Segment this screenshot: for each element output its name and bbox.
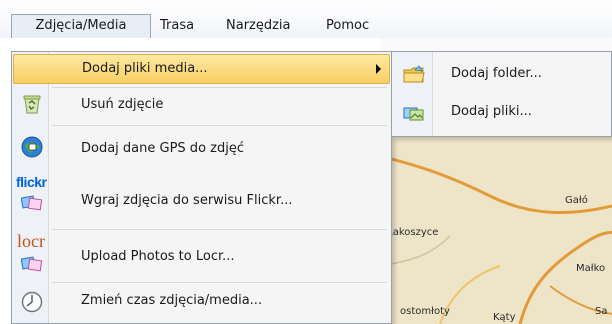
- menu-item-label: Upload Photos to Locr...: [81, 249, 235, 264]
- submenu-item-label: Dodaj pliki...: [451, 104, 532, 119]
- flickr-icon: flickr: [16, 174, 47, 190]
- submenu-arrow-icon: [376, 64, 381, 74]
- map-label: ostomłoty: [400, 306, 450, 317]
- menu-item-add-media-files[interactable]: Dodaj pliki media...: [13, 54, 390, 84]
- locr-icon: locr: [17, 231, 45, 251]
- menu-separator: [52, 229, 387, 230]
- gps-globe-icon: [21, 136, 43, 158]
- menu-separator: [52, 87, 387, 88]
- files-icon: [403, 107, 424, 121]
- map-label: Rakoszyce: [386, 227, 439, 238]
- clock-icon: [21, 291, 43, 313]
- menu-item-label: Dodaj pliki media...: [82, 61, 208, 76]
- map-view[interactable]: Gałó Rakoszyce Małko ostomłoty Kąty Sa: [380, 136, 612, 324]
- photos-icon: [21, 195, 43, 211]
- menu-item-upload-flickr[interactable]: flickr Wgraj zdjęcia do serwisu Flickr..…: [13, 174, 390, 226]
- menu-narzedzia[interactable]: Narzędzia: [220, 14, 297, 38]
- map-label: Gałó: [565, 195, 588, 206]
- menu-item-label: Usuń zdjęcie: [81, 97, 164, 112]
- menu-item-label: Zmień czas zdjęcia/media...: [81, 293, 263, 308]
- menu-trasa[interactable]: Trasa: [154, 14, 200, 38]
- submenu-item-label: Dodaj folder...: [451, 66, 542, 81]
- menu-separator: [52, 282, 387, 283]
- map-label: Sa: [595, 306, 608, 317]
- map-label: Małko: [576, 263, 606, 274]
- submenu-item-add-files[interactable]: Dodaj pliki...: [393, 96, 610, 130]
- menu-item-label: Dodaj dane GPS do zdjęć: [81, 141, 244, 156]
- zdjecia-media-dropdown: Dodaj pliki media... Usuń zdjęcie Dodaj …: [11, 51, 392, 324]
- add-media-submenu: Dodaj folder... Dodaj pliki...: [391, 51, 612, 137]
- menu-item-delete-photo[interactable]: Usuń zdjęcie: [13, 89, 390, 123]
- menu-item-change-media-time[interactable]: Zmień czas zdjęcia/media...: [13, 285, 390, 323]
- menu-bar: Zdjęcia/Media Trasa Narzędzia Pomoc: [0, 0, 612, 38]
- menu-item-add-gps-data[interactable]: Dodaj dane GPS do zdjęć: [13, 130, 390, 170]
- menu-item-upload-locr[interactable]: locr Upload Photos to Locr...: [13, 231, 390, 280]
- menu-zdjecia-media[interactable]: Zdjęcia/Media: [11, 14, 151, 38]
- menu-item-label: Wgraj zdjęcia do serwisu Flickr...: [81, 193, 293, 208]
- recycle-bin-icon: [23, 95, 41, 114]
- menu-pomoc[interactable]: Pomoc: [320, 14, 375, 38]
- submenu-item-add-folder[interactable]: Dodaj folder...: [393, 58, 610, 92]
- photos-icon: [21, 256, 43, 272]
- menu-separator: [52, 125, 387, 126]
- folder-icon: [403, 65, 425, 83]
- map-label: Kąty: [493, 312, 516, 323]
